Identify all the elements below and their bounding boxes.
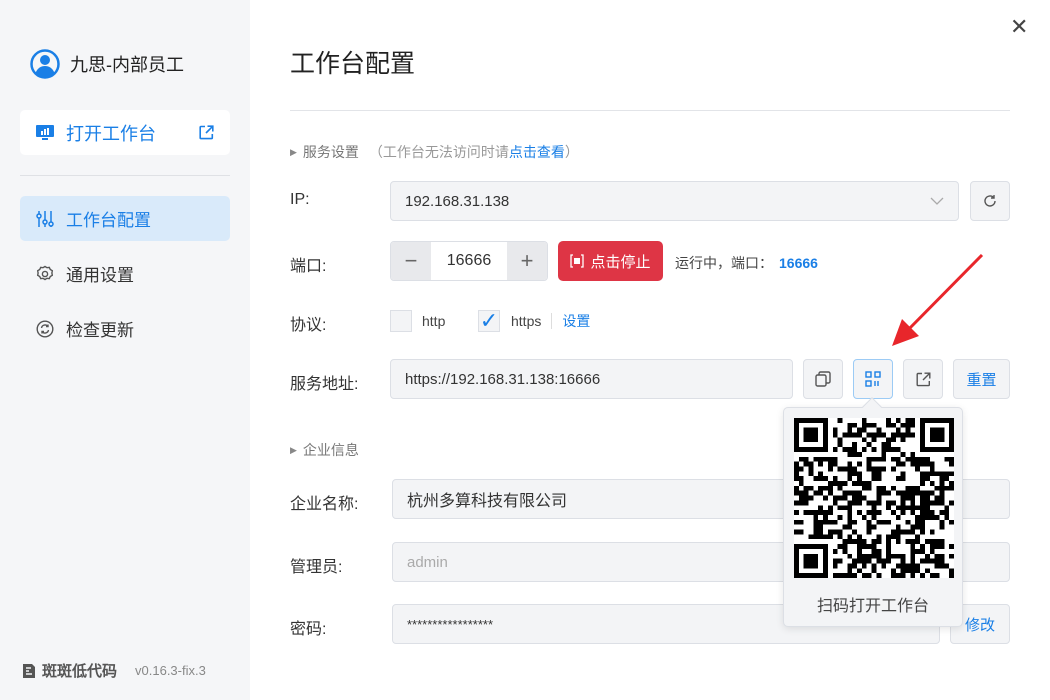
brand-name: 斑斑低代码 xyxy=(42,663,118,680)
admin-placeholder: admin xyxy=(407,553,448,571)
stop-button[interactable]: 点击停止 xyxy=(558,241,663,281)
sidebar-item-workbench-config[interactable]: 工作台配置 xyxy=(20,196,230,241)
version: v0.16.3-fix.3 xyxy=(135,663,206,678)
brand-logo-icon xyxy=(23,663,35,678)
hint: （工作台无法访问时请点击查看） xyxy=(369,142,579,162)
open-workbench-label: 打开工作台 xyxy=(66,123,156,144)
address-label: 服务地址: xyxy=(290,376,359,393)
service-section-header[interactable]: ▶ 服务设置 （工作台无法访问时请点击查看） xyxy=(290,142,579,162)
ip-value: 192.168.31.138 xyxy=(405,192,510,210)
sidebar-item-label: 工作台配置 xyxy=(66,211,151,230)
protocol-label: 协议: xyxy=(290,317,327,334)
hint-text: ） xyxy=(564,144,579,160)
section-title: 服务设置 xyxy=(302,144,359,160)
run-status: 运行中，端口： 16666 xyxy=(675,253,818,273)
port-stepper[interactable]: − 16666 + xyxy=(390,241,548,281)
sidebar-item-general-settings[interactable]: 通用设置 xyxy=(20,251,230,296)
copy-icon xyxy=(815,371,831,387)
divider xyxy=(551,313,553,329)
brand: 斑斑低代码 v0.16.3-fix.3 xyxy=(22,660,206,681)
check-icon: ✓ xyxy=(479,308,499,333)
admin-label: 管理员: xyxy=(290,559,343,576)
title-divider xyxy=(290,110,1010,111)
section-title: 企业信息 xyxy=(302,442,359,458)
protocol-group: http ✓ https 设置 xyxy=(390,308,590,333)
sliders-icon xyxy=(36,210,54,227)
address-input[interactable]: https://192.168.31.138:16666 xyxy=(390,359,793,399)
user-info: 九思-内部员工 xyxy=(30,49,184,79)
chevron-down-icon xyxy=(930,197,944,205)
enterprise-section-header[interactable]: ▶ 企业信息 xyxy=(290,440,359,460)
increment-button[interactable]: + xyxy=(507,242,547,280)
qr-code-image xyxy=(794,418,954,578)
ip-label: IP: xyxy=(290,191,310,208)
open-workbench-button[interactable]: 打开工作台 xyxy=(20,110,230,155)
decrement-button[interactable]: − xyxy=(391,242,431,280)
password-label: 密码: xyxy=(290,621,327,638)
red-arrow-annotation xyxy=(892,253,984,346)
sidebar-item-check-update[interactable]: 检查更新 xyxy=(20,306,230,351)
company-name-label: 企业名称: xyxy=(290,496,359,513)
caret-right-icon: ▶ xyxy=(290,444,297,455)
stop-icon xyxy=(570,254,585,268)
refresh-ip-button[interactable] xyxy=(970,181,1010,221)
ip-select[interactable]: 192.168.31.138 xyxy=(390,181,959,221)
monitor-chart-icon xyxy=(36,124,54,140)
refresh-circle-icon xyxy=(36,319,54,338)
hint-text: （工作台无法访问时请 xyxy=(368,144,509,160)
page-title: 工作台配置 xyxy=(290,50,416,78)
external-link-icon xyxy=(199,125,214,140)
user-name: 九思-内部员工 xyxy=(70,55,184,75)
refresh-icon xyxy=(984,195,996,207)
https-settings-link[interactable]: 设置 xyxy=(562,311,590,331)
address-value: https://192.168.31.138:16666 xyxy=(405,370,601,388)
qr-caption: 扫码打开工作台 xyxy=(816,598,929,615)
https-label: https xyxy=(511,313,542,329)
open-external-button[interactable] xyxy=(903,359,943,399)
copy-button[interactable] xyxy=(803,359,843,399)
status-text: 运行中，端口： xyxy=(675,255,773,271)
http-label: http xyxy=(422,313,446,329)
caret-right-icon: ▶ xyxy=(290,146,297,157)
port-label: 端口: xyxy=(290,258,327,275)
qr-code-button[interactable] xyxy=(853,359,893,399)
stop-label: 点击停止 xyxy=(590,253,651,271)
port-input[interactable]: 16666 xyxy=(431,242,507,280)
sidebar-item-label: 检查更新 xyxy=(66,321,134,340)
gear-icon xyxy=(36,265,54,280)
sidebar-divider xyxy=(20,175,230,176)
user-avatar-icon xyxy=(30,49,60,79)
company-name-value: 杭州多算科技有限公司 xyxy=(407,493,568,510)
help-link[interactable]: 点击查看 xyxy=(509,144,565,160)
http-checkbox[interactable] xyxy=(390,310,412,332)
close-icon[interactable]: ✕ xyxy=(1010,14,1028,40)
qr-popup: 扫码打开工作台 xyxy=(783,407,963,627)
qr-code-icon xyxy=(865,371,881,387)
sidebar-item-label: 通用设置 xyxy=(66,266,134,285)
external-link-icon xyxy=(916,372,930,386)
reset-button[interactable]: 重置 xyxy=(953,359,1010,399)
status-port: 16666 xyxy=(779,255,818,271)
https-checkbox[interactable]: ✓ xyxy=(478,308,500,333)
password-value: ***************** xyxy=(407,616,494,632)
